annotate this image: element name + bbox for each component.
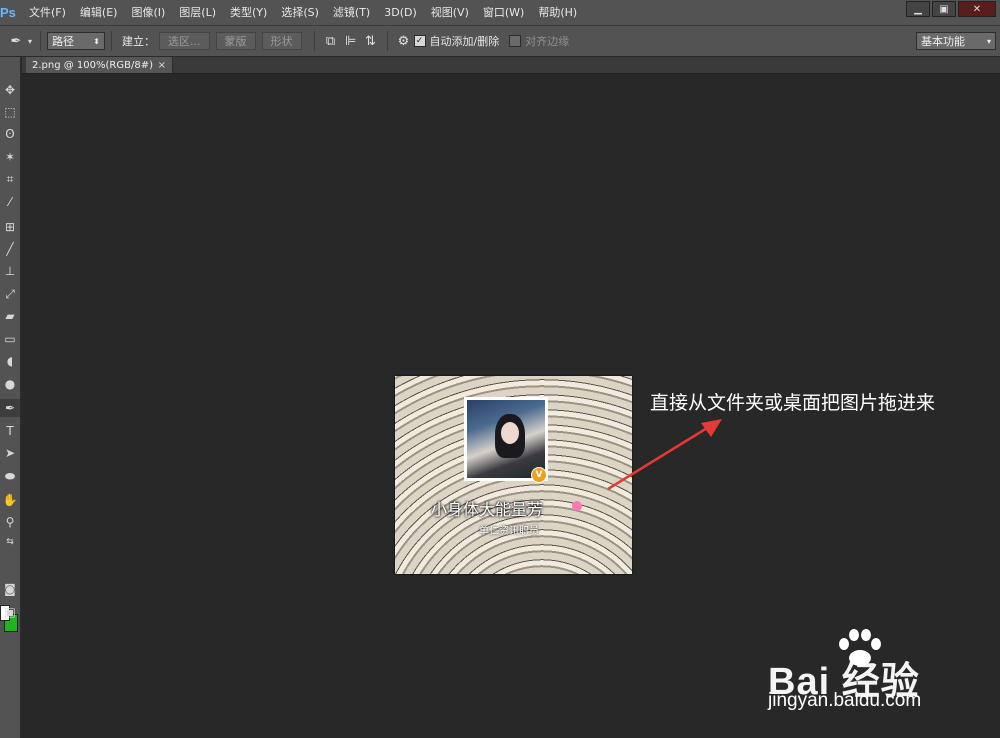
path-selection-tool-icon[interactable]: ➤: [0, 444, 20, 462]
document-tab-title: 2.png @ 100%(RGB/8#): [32, 59, 153, 71]
menu-view[interactable]: 视图(V): [424, 0, 476, 25]
align-edges-checkbox[interactable]: [509, 35, 522, 47]
marquee-tool-icon[interactable]: ⬚: [0, 103, 20, 121]
build-label: 建立：: [122, 35, 155, 48]
tool-mode-value: 路径: [52, 35, 74, 48]
quick-mask-icon[interactable]: ◙: [0, 580, 20, 598]
profile-subtitle: 单仁资讯职员: [479, 526, 539, 537]
brush-tool-icon[interactable]: ╱: [0, 240, 20, 258]
close-button[interactable]: ✕: [958, 1, 996, 17]
separator: [111, 31, 112, 51]
document-tab-bar: 2.png @ 100%(RGB/8#) ×: [22, 57, 1000, 74]
avatar-face: [501, 422, 519, 444]
tools-panel: ✥ ⬚ ʘ ✶ ⌗ ⁄ ⊞ ╱ ⊥ ⤢ ▰ ▭ ◖ ● ✒ T ➤ ⬬ ✋ ⚲ …: [0, 57, 21, 738]
gender-icon: [572, 501, 582, 511]
menu-layer[interactable]: 图层(L): [172, 0, 223, 25]
restore-button[interactable]: ▣: [932, 1, 956, 17]
close-tab-icon[interactable]: ×: [158, 60, 166, 71]
minimize-button[interactable]: ▁: [906, 1, 930, 17]
document-tab[interactable]: 2.png @ 100%(RGB/8#) ×: [26, 57, 173, 73]
chevron-down-icon[interactable]: ▾: [26, 31, 34, 51]
lasso-tool-icon[interactable]: ʘ: [0, 125, 20, 143]
gear-icon[interactable]: ⚙: [394, 31, 414, 51]
menu-3d[interactable]: 3D(D): [377, 0, 424, 25]
baidu-jingyan-watermark: Bai 经验 jingyan.baidu.com: [768, 628, 998, 728]
workspace-dropdown[interactable]: 基本功能 ▾: [916, 32, 996, 50]
auto-add-delete-label: 自动添加/删除: [429, 35, 500, 48]
align-edges-label: 对齐边缘: [525, 35, 570, 48]
menu-edit[interactable]: 编辑(E): [73, 0, 125, 25]
eraser-tool-icon[interactable]: ▰: [0, 307, 20, 325]
menu-window[interactable]: 窗口(W): [476, 0, 531, 25]
make-selection-button[interactable]: 选区...: [159, 32, 210, 50]
gradient-tool-icon[interactable]: ▭: [0, 330, 20, 348]
photoshop-logo-icon: Ps: [0, 5, 16, 20]
crop-tool-icon[interactable]: ⌗: [0, 170, 20, 188]
drag-instruction-text: 直接从文件夹或桌面把图片拖进来: [650, 392, 936, 414]
history-brush-tool-icon[interactable]: ⤢: [0, 285, 20, 303]
zoom-tool-icon[interactable]: ⚲: [0, 513, 20, 531]
canvas-image[interactable]: V 小身体大能量芳 单仁资讯职员: [395, 376, 632, 574]
make-mask-button[interactable]: 蒙版: [215, 32, 256, 50]
pen-tool-icon[interactable]: ✒: [0, 399, 20, 417]
verified-badge-icon: V: [531, 467, 547, 483]
path-arrangement-icon[interactable]: ⇅: [361, 31, 381, 51]
menu-filter[interactable]: 滤镜(T): [326, 0, 377, 25]
window-controls: ▁ ▣ ✕: [906, 1, 996, 17]
avatar-photo: [467, 400, 545, 478]
dodge-tool-icon[interactable]: ●: [0, 375, 20, 393]
red-arrow-icon: [607, 419, 722, 491]
workspace-value: 基本功能: [921, 35, 965, 48]
watermark-url: jingyan.baidu.com: [768, 690, 922, 711]
clone-stamp-tool-icon[interactable]: ⊥: [0, 262, 20, 280]
hand-tool-icon[interactable]: ✋: [0, 491, 20, 509]
separator: [386, 31, 388, 51]
type-tool-icon[interactable]: T: [0, 422, 20, 440]
path-operations-icon[interactable]: ⧉: [321, 31, 341, 51]
updown-arrows-icon: ⬍: [93, 36, 100, 46]
menu-help[interactable]: 帮助(H): [531, 0, 584, 25]
healing-brush-tool-icon[interactable]: ⊞: [0, 218, 20, 236]
separator: [313, 31, 315, 51]
move-tool-icon[interactable]: ✥: [0, 81, 20, 99]
eyedropper-tool-icon[interactable]: ⁄: [0, 193, 20, 211]
menu-type[interactable]: 类型(Y): [223, 0, 274, 25]
menu-bar: Ps 文件(F) 编辑(E) 图像(I) 图层(L) 类型(Y) 选择(S) 滤…: [0, 0, 1000, 26]
swap-colors-icon[interactable]: ⇆: [0, 533, 20, 551]
menu-file[interactable]: 文件(F): [22, 0, 73, 25]
options-bar: ✒ ▾ 路径 ⬍ 建立： 选区... 蒙版 形状 ⧉ ⊫ ⇅ ⚙ ✓ 自动添加/…: [0, 26, 1000, 57]
tool-mode-dropdown[interactable]: 路径 ⬍: [47, 32, 105, 50]
menu-image[interactable]: 图像(I): [124, 0, 172, 25]
make-shape-button[interactable]: 形状: [261, 32, 302, 50]
separator: [40, 31, 41, 51]
chevron-down-icon: ▾: [986, 36, 991, 46]
auto-add-delete-checkbox[interactable]: ✓: [413, 35, 426, 47]
pen-tool-preset-icon[interactable]: ✒: [6, 31, 26, 51]
shape-tool-icon[interactable]: ⬬: [0, 467, 20, 485]
screen-mode-icon[interactable]: ▣: [0, 603, 20, 621]
profile-name: 小身体大能量芳: [431, 500, 544, 519]
blur-tool-icon[interactable]: ◖: [0, 352, 20, 370]
magic-wand-tool-icon[interactable]: ✶: [0, 148, 20, 166]
path-alignment-icon[interactable]: ⊫: [341, 31, 361, 51]
menu-select[interactable]: 选择(S): [274, 0, 326, 25]
